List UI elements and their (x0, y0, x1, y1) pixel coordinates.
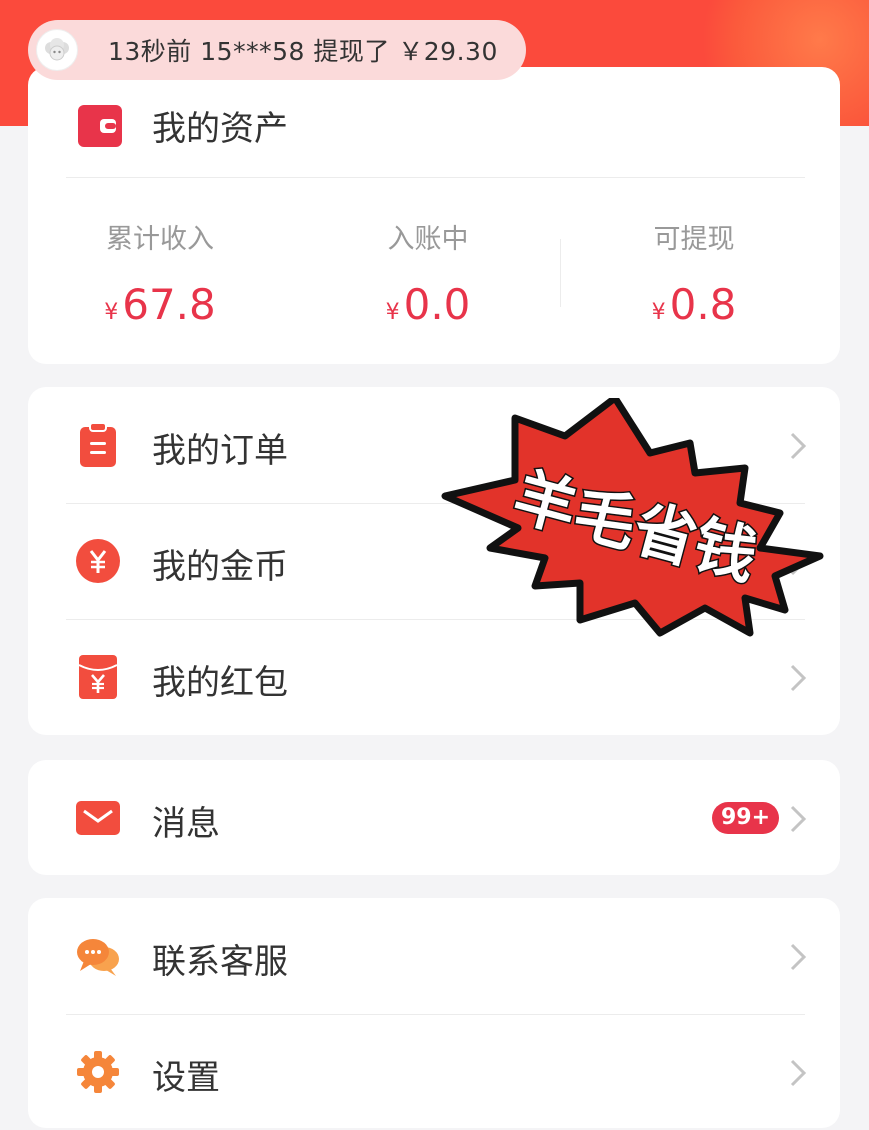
stat-separator (560, 239, 561, 307)
notice-text: 13秒前 15***58 提现了 ￥29.30 (108, 37, 498, 66)
clipboard-icon (80, 423, 116, 467)
sheep-avatar-icon (36, 29, 78, 71)
divider (66, 177, 805, 178)
menu-label: 我的红包 (152, 663, 288, 703)
stat-value: ¥0.0 (385, 280, 471, 329)
menu-item-settings[interactable]: 设置 (28, 1014, 840, 1130)
withdraw-notice: 13秒前 15***58 提现了 ￥29.30 (28, 20, 526, 80)
chevron-right-icon (790, 1059, 807, 1087)
menu-label: 设置 (152, 1058, 220, 1098)
chat-bubbles-icon (77, 939, 119, 976)
stat-value: ¥0.8 (651, 280, 737, 329)
menu-card-service: 联系客服 设置 (28, 898, 840, 1128)
wallet-icon (78, 105, 122, 147)
stat-total-income[interactable]: 累计收入 ¥67.8 (40, 217, 280, 329)
stat-pending[interactable]: 入账中 ¥0.0 (308, 217, 548, 329)
envelope-icon (76, 801, 120, 835)
coin-icon (76, 539, 120, 583)
chevron-right-icon (790, 805, 807, 833)
stat-label: 累计收入 (106, 224, 214, 255)
assets-header[interactable]: 我的资产 (28, 67, 840, 177)
menu-label: 我的订单 (152, 431, 288, 471)
assets-title: 我的资产 (152, 109, 288, 149)
red-packet-icon (78, 655, 118, 699)
menu-label: 联系客服 (152, 942, 288, 982)
unread-badge: 99+ (712, 802, 780, 834)
assets-card: 我的资产 累计收入 ¥67.8 入账中 ¥0.0 可提现 ¥0.8 (28, 67, 840, 364)
stat-label: 入账中 (387, 224, 469, 255)
menu-item-support[interactable]: 联系客服 (28, 898, 840, 1014)
menu-label: 消息 (152, 804, 220, 844)
menu-item-messages[interactable]: 消息 99+ (28, 760, 840, 876)
promo-sticker: 羊毛省钱 (441, 398, 824, 637)
stat-withdrawable[interactable]: 可提现 ¥0.8 (574, 217, 814, 329)
gear-icon (77, 1051, 119, 1093)
stat-value: ¥67.8 (104, 280, 216, 329)
menu-card-messages: 消息 99+ (28, 760, 840, 875)
chevron-right-icon (790, 664, 807, 692)
stat-label: 可提现 (653, 224, 735, 255)
menu-label: 我的金币 (152, 547, 288, 587)
chevron-right-icon (790, 943, 807, 971)
